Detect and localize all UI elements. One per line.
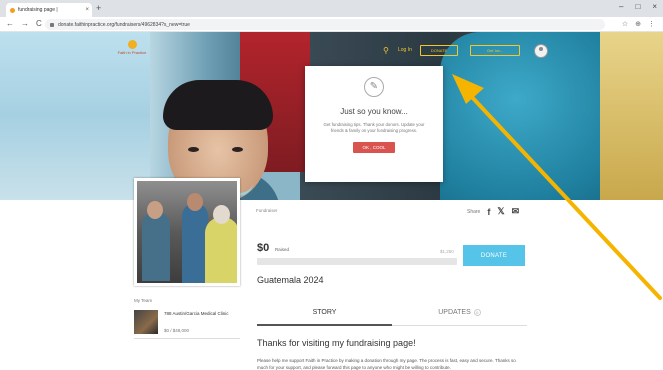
maximize-icon[interactable]: □ bbox=[635, 2, 640, 11]
raised-label: Raised bbox=[275, 247, 290, 252]
forward-icon[interactable]: → bbox=[21, 19, 29, 29]
tab-updates[interactable]: UPDATES 0 bbox=[392, 306, 527, 326]
goal-amount: $1,250 bbox=[440, 249, 454, 254]
favicon-icon bbox=[10, 7, 15, 13]
url-text: donate.faithinpractice.org/fundraisers/4… bbox=[58, 21, 190, 28]
tab-title: fundraising page | bbox=[18, 7, 58, 13]
donate-button[interactable]: DONATE bbox=[463, 245, 525, 266]
story-body: Please help me support Faith in Practice… bbox=[257, 358, 516, 370]
photo-head-3 bbox=[213, 205, 230, 224]
photo-head-1 bbox=[147, 201, 163, 219]
header-donate-button[interactable]: DONATE bbox=[420, 45, 458, 56]
close-window-icon[interactable]: × bbox=[652, 2, 657, 11]
window-controls: – □ × bbox=[619, 2, 657, 11]
extensions-icon[interactable]: ⊕ bbox=[635, 20, 641, 28]
tab-updates-label: UPDATES bbox=[438, 309, 471, 316]
search-icon[interactable]: ⚲ bbox=[383, 46, 389, 55]
email-icon[interactable]: ✉ bbox=[512, 206, 520, 217]
bookmark-star-icon[interactable]: ☆ bbox=[622, 20, 628, 28]
share-label: Share bbox=[467, 208, 481, 215]
fundraiser-label: Fundraiser bbox=[256, 208, 278, 213]
photo-person-3 bbox=[205, 217, 237, 283]
hero-child-eye-right bbox=[232, 147, 243, 152]
site-logo[interactable]: Faith in Practice bbox=[114, 40, 150, 68]
team-amount: $0 / $48,000 bbox=[164, 328, 190, 333]
photo-person-1 bbox=[142, 211, 170, 281]
tab-story[interactable]: STORY bbox=[257, 306, 392, 326]
hero-yellow-gown bbox=[600, 32, 663, 200]
team-thumbnail[interactable] bbox=[134, 310, 158, 334]
header-get-involved-button[interactable]: Get Inv... bbox=[470, 45, 520, 56]
ok-cool-button[interactable]: OK , COOL bbox=[353, 142, 395, 153]
campaign-title: Guatemala 2024 bbox=[257, 275, 324, 285]
reload-icon[interactable]: C bbox=[36, 19, 42, 29]
login-link[interactable]: Log In bbox=[398, 47, 412, 53]
page: fundraising page | × + – □ × ← → C donat… bbox=[0, 0, 663, 370]
modal-title: Just so you know... bbox=[340, 107, 408, 116]
browser-tabstrip: fundraising page | × + – □ × bbox=[0, 0, 663, 17]
menu-kebab-icon[interactable]: ⋮ bbox=[648, 20, 655, 28]
back-icon[interactable]: ← bbox=[6, 19, 14, 29]
facebook-icon[interactable]: f bbox=[487, 207, 490, 217]
address-bar[interactable]: donate.faithinpractice.org/fundraisers/4… bbox=[45, 19, 605, 30]
nav-buttons: ← → C bbox=[6, 19, 42, 29]
browser-tab[interactable]: fundraising page | × bbox=[6, 3, 92, 17]
close-tab-icon[interactable]: × bbox=[85, 7, 89, 13]
user-avatar-icon[interactable] bbox=[534, 44, 548, 58]
updates-count-badge: 0 bbox=[473, 308, 481, 316]
minimize-icon[interactable]: – bbox=[619, 2, 623, 11]
lock-icon bbox=[50, 22, 54, 27]
progress-bar bbox=[257, 258, 457, 265]
divider bbox=[134, 338, 240, 339]
logo-text: Faith in Practice bbox=[117, 50, 147, 55]
new-tab-icon[interactable]: + bbox=[96, 3, 101, 13]
tip-modal: ✎ Just so you know... Get fundraising ti… bbox=[305, 66, 443, 182]
team-label: My Team bbox=[134, 298, 153, 303]
hero-child-eye-left bbox=[188, 147, 199, 152]
browser-toolbar: ← → C donate.faithinpractice.org/fundrai… bbox=[0, 17, 663, 32]
story-heading: Thanks for visiting my fundraising page! bbox=[257, 338, 416, 348]
share-bar: Share f 𝕏 ✉ bbox=[467, 206, 519, 217]
photo-head-2 bbox=[187, 193, 203, 211]
pencil-icon: ✎ bbox=[364, 77, 384, 97]
twitter-icon[interactable]: 𝕏 bbox=[497, 206, 504, 217]
logo-sun-icon bbox=[127, 40, 137, 49]
fundraiser-photo bbox=[134, 178, 240, 286]
hero-child-hair bbox=[163, 80, 273, 130]
raised-amount: $0 bbox=[257, 242, 270, 254]
team-name-link[interactable]: 788 Austin/Garcia Medical Clinic bbox=[164, 311, 234, 317]
modal-text: Get fundraising tips. Thank your donors.… bbox=[323, 122, 425, 133]
toolbar-icons: ☆ ⊕ ⋮ bbox=[622, 20, 655, 28]
